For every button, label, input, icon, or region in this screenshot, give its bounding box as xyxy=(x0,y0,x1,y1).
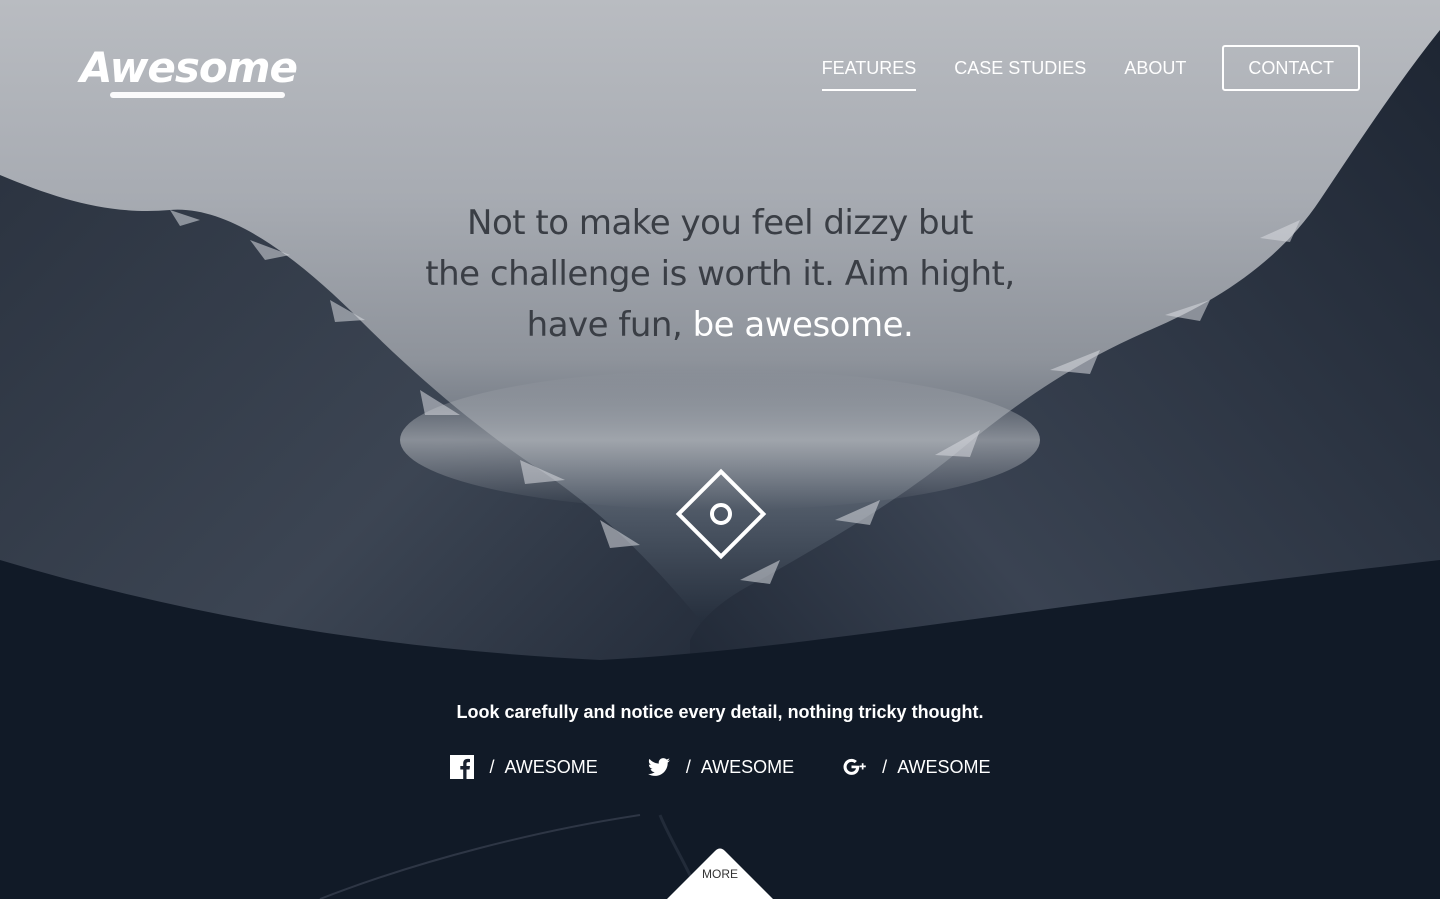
diamond-emblem-icon xyxy=(675,468,767,560)
contact-button[interactable]: CONTACT xyxy=(1222,45,1360,91)
social-separator: / xyxy=(882,756,888,777)
hero-headline: Not to make you feel dizzy but the chall… xyxy=(0,198,1440,351)
social-label: AWESOME xyxy=(897,756,991,777)
headline-line-2: the challenge is worth it. Aim hight, xyxy=(425,254,1015,294)
headline-emphasis: be awesome. xyxy=(692,305,914,345)
logo-text: Awesome xyxy=(80,43,298,92)
main-nav: FEATURES CASE STUDIES ABOUT CONTACT xyxy=(784,45,1360,91)
google-plus-icon xyxy=(843,758,866,775)
headline-line-3: have fun, be awesome. xyxy=(0,300,1440,351)
headline-line-1: Not to make you feel dizzy but xyxy=(467,203,973,243)
nav-features[interactable]: FEATURES xyxy=(821,45,916,91)
facebook-icon xyxy=(450,755,475,779)
twitter-icon xyxy=(647,758,670,776)
nav-about[interactable]: ABOUT xyxy=(1124,45,1186,91)
hero-tagline: Look carefully and notice every detail, … xyxy=(456,702,984,722)
more-label: MORE xyxy=(702,867,738,881)
hero-section: Awesome FEATURES CASE STUDIES ABOUT CONT… xyxy=(0,0,1440,899)
brand-logo[interactable]: Awesome xyxy=(80,40,298,102)
social-google-plus[interactable]: / AWESOME xyxy=(842,754,991,780)
headline-line-3-prefix: have fun, xyxy=(526,305,693,345)
social-links: / AWESOME / AWESOME / AWESOME xyxy=(0,754,1440,780)
social-separator: / xyxy=(685,756,691,777)
social-twitter[interactable]: / AWESOME xyxy=(646,754,794,780)
social-label: AWESOME xyxy=(700,756,795,777)
logo-brush-underline xyxy=(110,92,285,98)
social-separator: / xyxy=(489,756,495,777)
social-facebook[interactable]: / AWESOME xyxy=(449,754,598,780)
social-label: AWESOME xyxy=(504,756,598,777)
more-button[interactable]: MORE xyxy=(663,845,777,899)
nav-case-studies[interactable]: CASE STUDIES xyxy=(954,45,1086,91)
